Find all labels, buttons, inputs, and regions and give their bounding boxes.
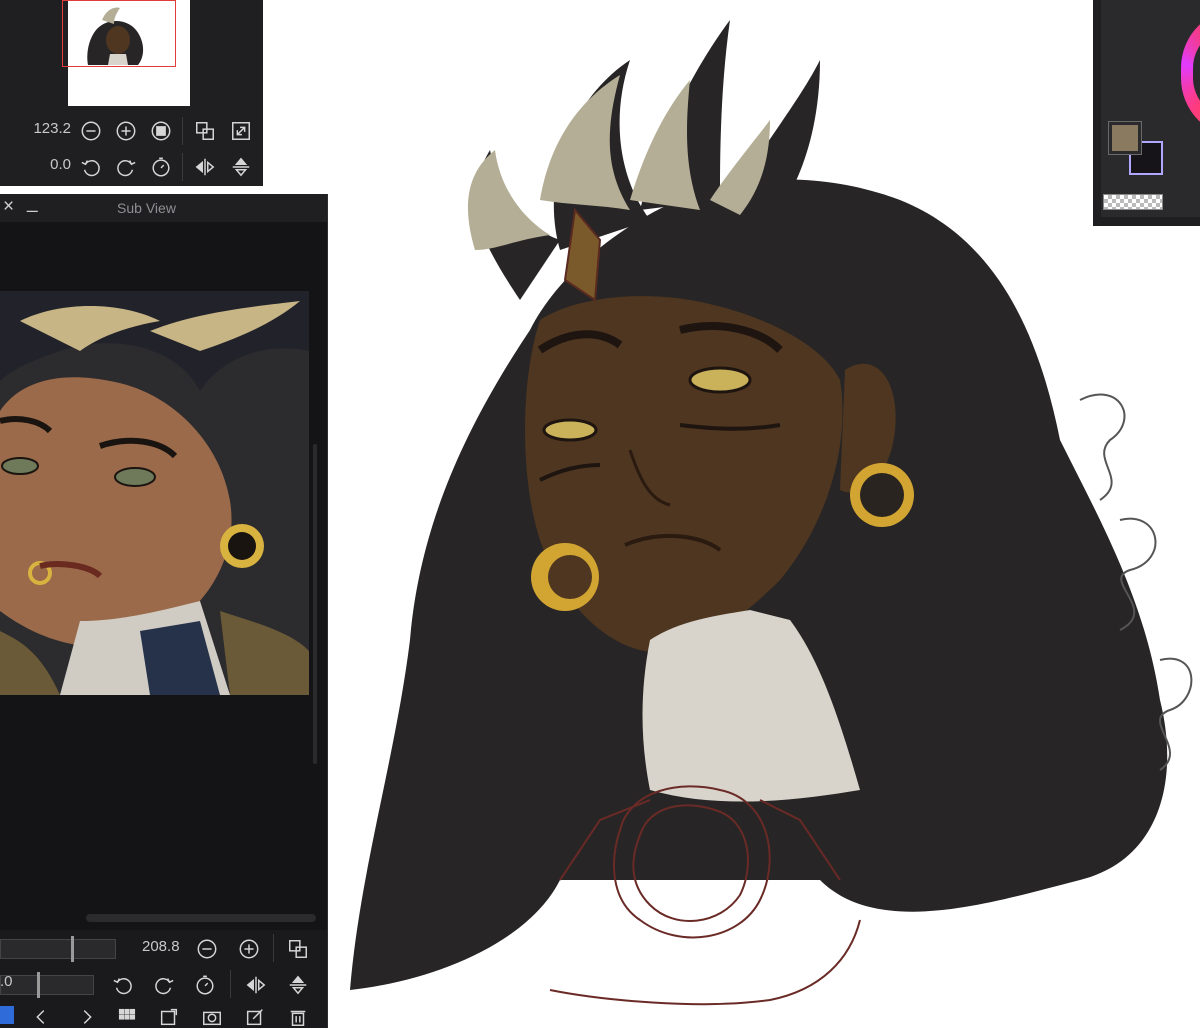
plus-circle-icon [239, 939, 259, 959]
navigator-panel: 123.2 0.0 [0, 0, 263, 186]
eyedropper-toggle[interactable] [0, 1006, 14, 1024]
stop-circle-icon [151, 121, 171, 141]
subview-flip-horizontal-button[interactable] [243, 972, 269, 998]
fit-window-icon [289, 940, 307, 958]
zoom-slider-knob[interactable] [71, 936, 74, 962]
fit-window-icon [196, 122, 214, 140]
capture-button[interactable] [199, 1004, 225, 1030]
rotation-row: 0.0 [0, 149, 263, 185]
subview-bottom-toolbar [0, 1000, 327, 1028]
reference-image[interactable] [0, 291, 309, 695]
camera-icon [203, 1011, 221, 1026]
divider [182, 117, 183, 145]
reset-rotation-button[interactable] [148, 154, 174, 180]
zoom-in-button[interactable] [113, 118, 139, 144]
subview-titlebar[interactable]: × _ Sub View [0, 193, 327, 222]
delete-button[interactable] [285, 1004, 311, 1030]
rotate-right-icon [117, 160, 136, 177]
flip-horizontal-icon [246, 976, 266, 994]
minus-circle-icon [81, 121, 101, 141]
trash-icon [290, 1010, 306, 1026]
flip-vertical-button[interactable] [228, 154, 254, 180]
previous-image-button[interactable] [28, 1004, 54, 1030]
color-panel [1093, 0, 1200, 226]
edit-button[interactable] [242, 1004, 268, 1030]
divider [273, 934, 274, 962]
subview-flip-vertical-button[interactable] [285, 972, 311, 998]
fit-to-window-button[interactable] [192, 118, 218, 144]
flip-horizontal-icon [195, 158, 215, 176]
rotate-left-icon [81, 160, 100, 177]
reference-image-content [0, 291, 309, 695]
rotation-slider-knob[interactable] [37, 972, 40, 998]
rotate-right-button[interactable] [113, 154, 139, 180]
navigator-viewport-frame[interactable] [62, 0, 176, 67]
zoom-row: 123.2 [0, 113, 263, 149]
subview-panel: × _ Sub View 208.8 .0 [0, 193, 328, 1028]
foreground-color-swatch[interactable] [1108, 121, 1142, 155]
import-image-button[interactable] [156, 1004, 182, 1030]
subview-zoom-in-button[interactable] [236, 936, 262, 962]
flip-vertical-icon [289, 975, 307, 995]
next-image-button[interactable] [74, 1004, 100, 1030]
zoom-value[interactable]: 123.2 [33, 120, 71, 137]
zoom-slider[interactable] [0, 936, 116, 962]
subview-rotation-row: .0 [0, 966, 327, 1002]
flip-vertical-icon [232, 157, 250, 177]
chevron-left-icon [36, 1010, 45, 1024]
subview-zoom-out-button[interactable] [194, 936, 220, 962]
divider [230, 970, 231, 998]
actual-size-button[interactable] [148, 118, 174, 144]
rotate-left-button[interactable] [78, 154, 104, 180]
subview-fit-button[interactable] [285, 936, 311, 962]
subview-zoom-row: 208.8 [0, 930, 327, 966]
rotation-value[interactable]: 0.0 [50, 156, 71, 173]
chevron-right-icon [83, 1010, 92, 1024]
import-icon [160, 1008, 178, 1026]
grid-icon [118, 1008, 136, 1020]
rotate-right-icon [155, 978, 174, 995]
divider [182, 153, 183, 181]
edit-icon [246, 1009, 263, 1026]
subview-zoom-value[interactable]: 208.8 [142, 938, 180, 955]
rotation-slider[interactable] [0, 972, 94, 998]
expand-icon [232, 122, 250, 140]
plus-circle-icon [116, 121, 136, 141]
rotate-left-icon [113, 978, 132, 995]
horizontal-scrollbar[interactable] [86, 914, 316, 922]
panel-title: Sub View [117, 200, 176, 216]
canvas-artwork [350, 20, 1193, 1006]
image-list-button[interactable] [114, 1004, 140, 1030]
fill-window-button[interactable] [228, 118, 254, 144]
color-panel-body [1101, 0, 1200, 217]
timer-reset-icon [152, 157, 170, 177]
minus-circle-icon [197, 939, 217, 959]
subview-rotation-value[interactable]: .0 [0, 973, 13, 990]
vertical-scrollbar[interactable] [313, 444, 317, 764]
transparent-color-swatch[interactable] [1103, 194, 1163, 210]
subview-rotate-left-button[interactable] [110, 972, 136, 998]
subview-rotate-right-button[interactable] [151, 972, 177, 998]
flip-horizontal-button[interactable] [192, 154, 218, 180]
zoom-out-button[interactable] [78, 118, 104, 144]
subview-reset-rotation-button[interactable] [192, 972, 218, 998]
timer-reset-icon [196, 975, 214, 995]
